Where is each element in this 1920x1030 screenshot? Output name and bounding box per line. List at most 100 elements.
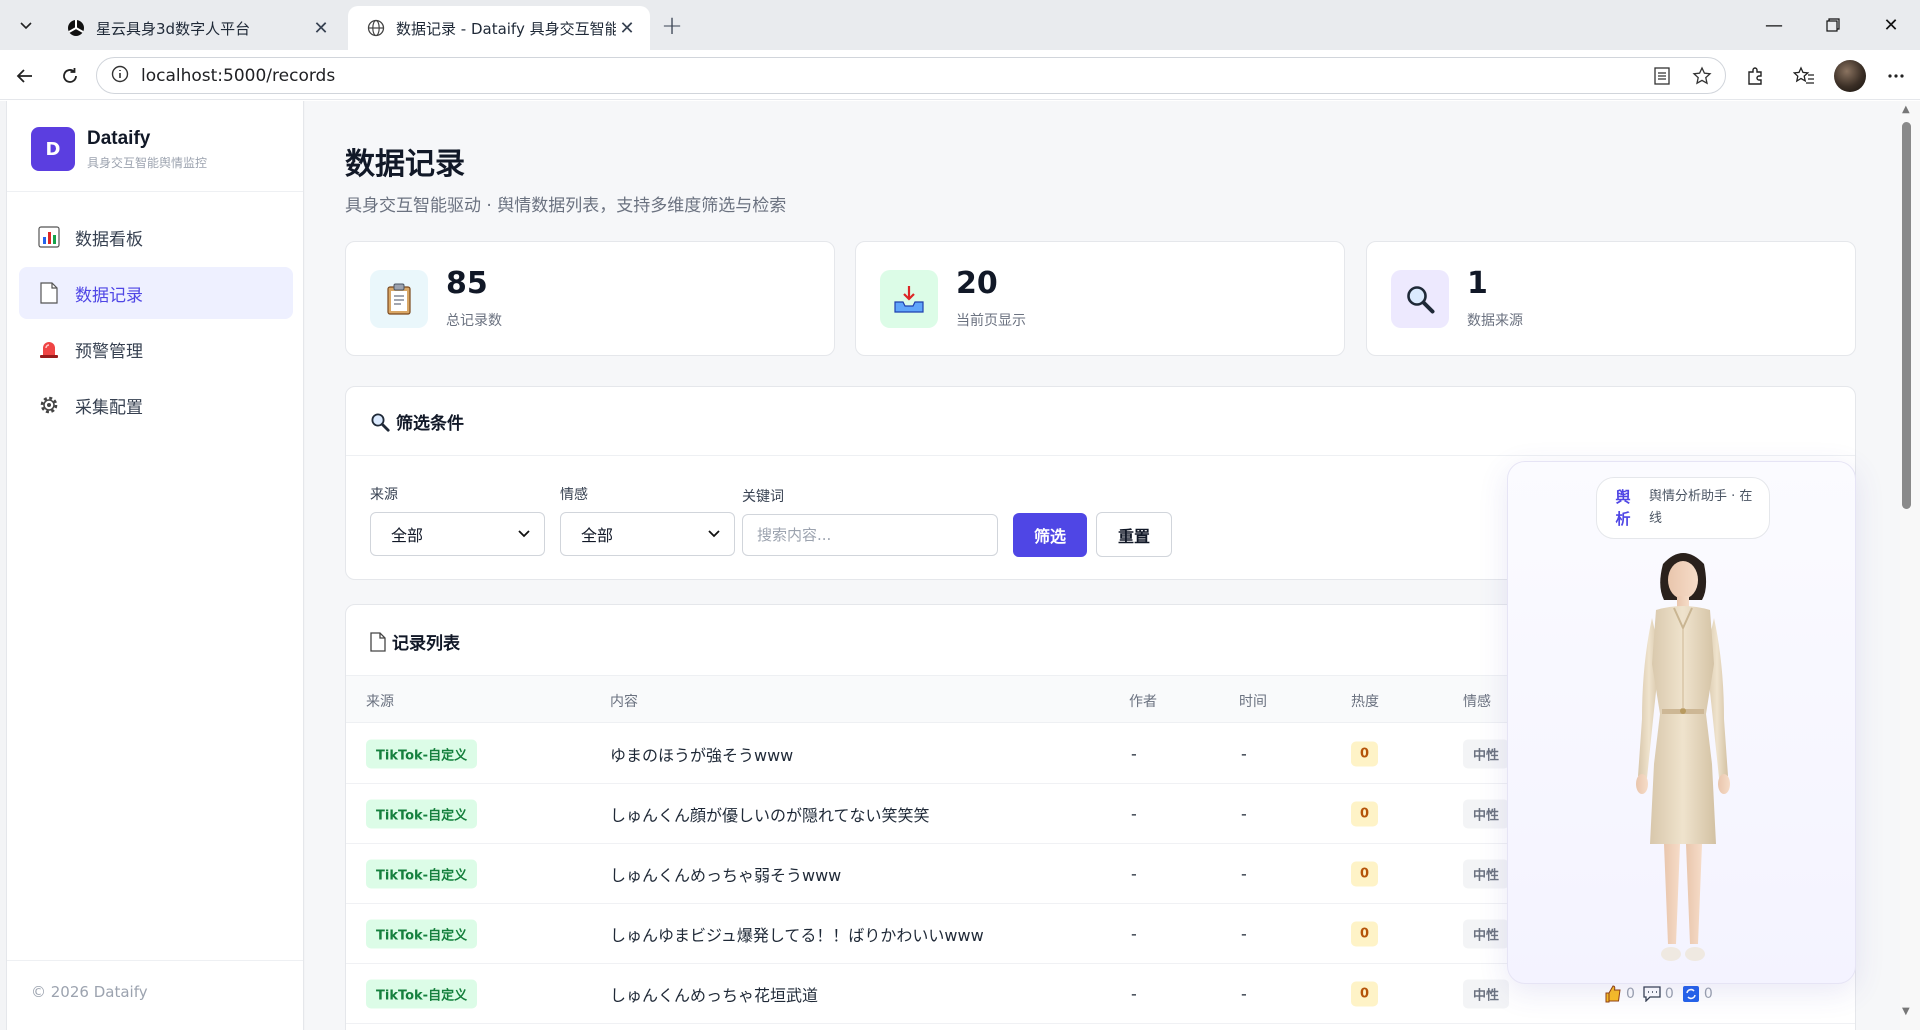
source-select-value: 全部 <box>391 526 424 545</box>
reader-mode-icon[interactable] <box>1649 63 1675 89</box>
sentiment-badge: 中性 <box>1463 979 1510 1008</box>
source-tag: TikTok-自定义 <box>366 979 478 1008</box>
back-icon[interactable] <box>9 60 41 92</box>
sidebar-item-label: 数据记录 <box>75 285 143 306</box>
clipboard-icon <box>370 270 428 328</box>
comment-icon <box>1643 985 1661 1002</box>
scrollbar-thumb[interactable] <box>1902 122 1911 509</box>
shares-metric: 0 <box>1682 985 1713 1003</box>
records-table-header: 记录列表 <box>370 629 460 654</box>
browser-tab-records[interactable]: 数据记录 - Dataify 具身交互智能舆 ✕ <box>348 6 650 50</box>
stat-card-page: 20 当前页显示 <box>855 241 1345 356</box>
assistant-status: 舆情分析助手 · 在线 <box>1649 489 1753 526</box>
time-cell: - <box>1241 924 1247 943</box>
profile-avatar[interactable] <box>1834 60 1866 92</box>
shares-count: 0 <box>1703 985 1713 1002</box>
divider <box>346 455 1855 456</box>
filter-panel-title: 筛选条件 <box>396 414 464 434</box>
stat-label: 数据来源 <box>1467 313 1523 329</box>
stat-value: 85 <box>446 266 488 301</box>
magnifier-icon <box>370 412 390 432</box>
column-header: 作者 <box>1129 694 1157 710</box>
scroll-down-icon[interactable]: ▼ <box>1902 1006 1910 1017</box>
sidebar: D Dataify 具身交互智能舆情监控 数据看板 数据记录 预警管理 采集配置… <box>6 101 304 1030</box>
brand-logo: D <box>31 127 75 171</box>
column-header: 来源 <box>366 694 394 710</box>
document-icon <box>37 281 61 305</box>
chevron-down-icon <box>708 530 720 538</box>
sidebar-item-label: 数据看板 <box>75 229 143 250</box>
inbox-tray-icon <box>880 270 938 328</box>
time-cell: - <box>1241 804 1247 823</box>
sentiment-select-value: 全部 <box>581 526 614 545</box>
time-cell: - <box>1241 744 1247 763</box>
favorites-icon[interactable] <box>1790 62 1818 90</box>
info-icon[interactable] <box>111 65 129 87</box>
records-table-title: 记录列表 <box>392 634 460 654</box>
browser-tab-platform[interactable]: 星云具身3d数字人平台 ✕ <box>48 6 344 50</box>
stat-card-total: 85 总记录数 <box>345 241 835 356</box>
assistant-logo: 舆 析 <box>1611 486 1635 530</box>
source-tag: TikTok-自定义 <box>366 859 478 888</box>
close-icon[interactable]: ✕ <box>616 17 638 39</box>
assistant-status-chip[interactable]: 舆 析 舆情分析助手 · 在线 <box>1596 477 1770 539</box>
extensions-icon[interactable] <box>1741 62 1769 90</box>
reload-icon[interactable] <box>54 60 86 92</box>
likes-count: 0 <box>1626 985 1635 1002</box>
aperture-icon <box>66 18 86 38</box>
tab-actions-menu[interactable] <box>10 9 42 41</box>
brand[interactable]: D Dataify 具身交互智能舆情监控 <box>31 127 207 171</box>
likes-metric: 0 <box>1604 984 1635 1003</box>
source-select[interactable]: 全部 <box>370 512 545 556</box>
siren-icon <box>37 337 61 361</box>
stat-label: 当前页显示 <box>956 313 1026 329</box>
sidebar-menu: 数据看板 数据记录 预警管理 采集配置 <box>19 211 293 435</box>
close-window-icon[interactable]: ✕ <box>1871 10 1911 40</box>
keyword-label: 关键词 <box>742 489 784 505</box>
assistant-avatar-panel[interactable]: 舆 析 舆情分析助手 · 在线 <box>1507 461 1856 984</box>
stat-value: 1 <box>1467 266 1488 301</box>
author-cell: - <box>1131 984 1137 1003</box>
scroll-up-icon[interactable]: ▲ <box>1902 104 1910 115</box>
filter-button[interactable]: 筛选 <box>1013 513 1087 557</box>
time-cell: - <box>1241 984 1247 1003</box>
content-cell: ゆまのほうが強そうwww <box>610 745 794 765</box>
url-field[interactable]: localhost:5000/records <box>96 57 1726 94</box>
heat-badge: 0 <box>1351 861 1379 886</box>
sidebar-item-records[interactable]: 数据记录 <box>19 267 293 319</box>
stat-value: 20 <box>956 266 998 301</box>
tab-title: 星云具身3d数字人平台 <box>96 19 251 38</box>
author-cell: - <box>1131 924 1137 943</box>
brand-tagline: 具身交互智能舆情监控 <box>87 155 208 170</box>
restore-icon[interactable] <box>1813 10 1853 40</box>
repost-icon <box>1682 985 1699 1002</box>
globe-icon <box>366 18 386 38</box>
column-header: 时间 <box>1239 694 1267 710</box>
favorite-star-icon[interactable] <box>1689 63 1715 89</box>
content-cell: しゅんゆまビジュ爆発してる！！ばりかわいいwww <box>610 925 984 945</box>
sentiment-badge: 中性 <box>1463 919 1510 948</box>
new-tab-button[interactable]: + <box>658 11 686 41</box>
divider <box>7 960 303 961</box>
reset-button[interactable]: 重置 <box>1096 512 1172 557</box>
sidebar-item-collection-config[interactable]: 采集配置 <box>19 379 293 431</box>
keyword-input[interactable] <box>742 514 998 556</box>
chevron-down-icon <box>518 530 530 538</box>
url-text: localhost:5000/records <box>141 65 336 86</box>
digital-human-avatar[interactable] <box>1608 544 1758 974</box>
sentiment-select[interactable]: 全部 <box>560 512 735 556</box>
sidebar-item-alerts[interactable]: 预警管理 <box>19 323 293 375</box>
stat-label: 总记录数 <box>446 313 502 329</box>
document-icon <box>370 631 386 652</box>
sidebar-item-dashboard[interactable]: 数据看板 <box>19 211 293 263</box>
stat-card-sources: 1 数据来源 <box>1366 241 1856 356</box>
close-icon[interactable]: ✕ <box>310 17 332 39</box>
sidebar-item-label: 采集配置 <box>75 397 143 418</box>
minimize-icon[interactable]: — <box>1754 10 1794 40</box>
heat-badge: 0 <box>1351 801 1379 826</box>
heat-badge: 0 <box>1351 981 1379 1006</box>
heat-badge: 0 <box>1351 921 1379 946</box>
sentiment-label: 情感 <box>560 487 588 503</box>
more-icon[interactable] <box>1882 62 1910 90</box>
comments-metric: 0 <box>1643 986 1674 1002</box>
